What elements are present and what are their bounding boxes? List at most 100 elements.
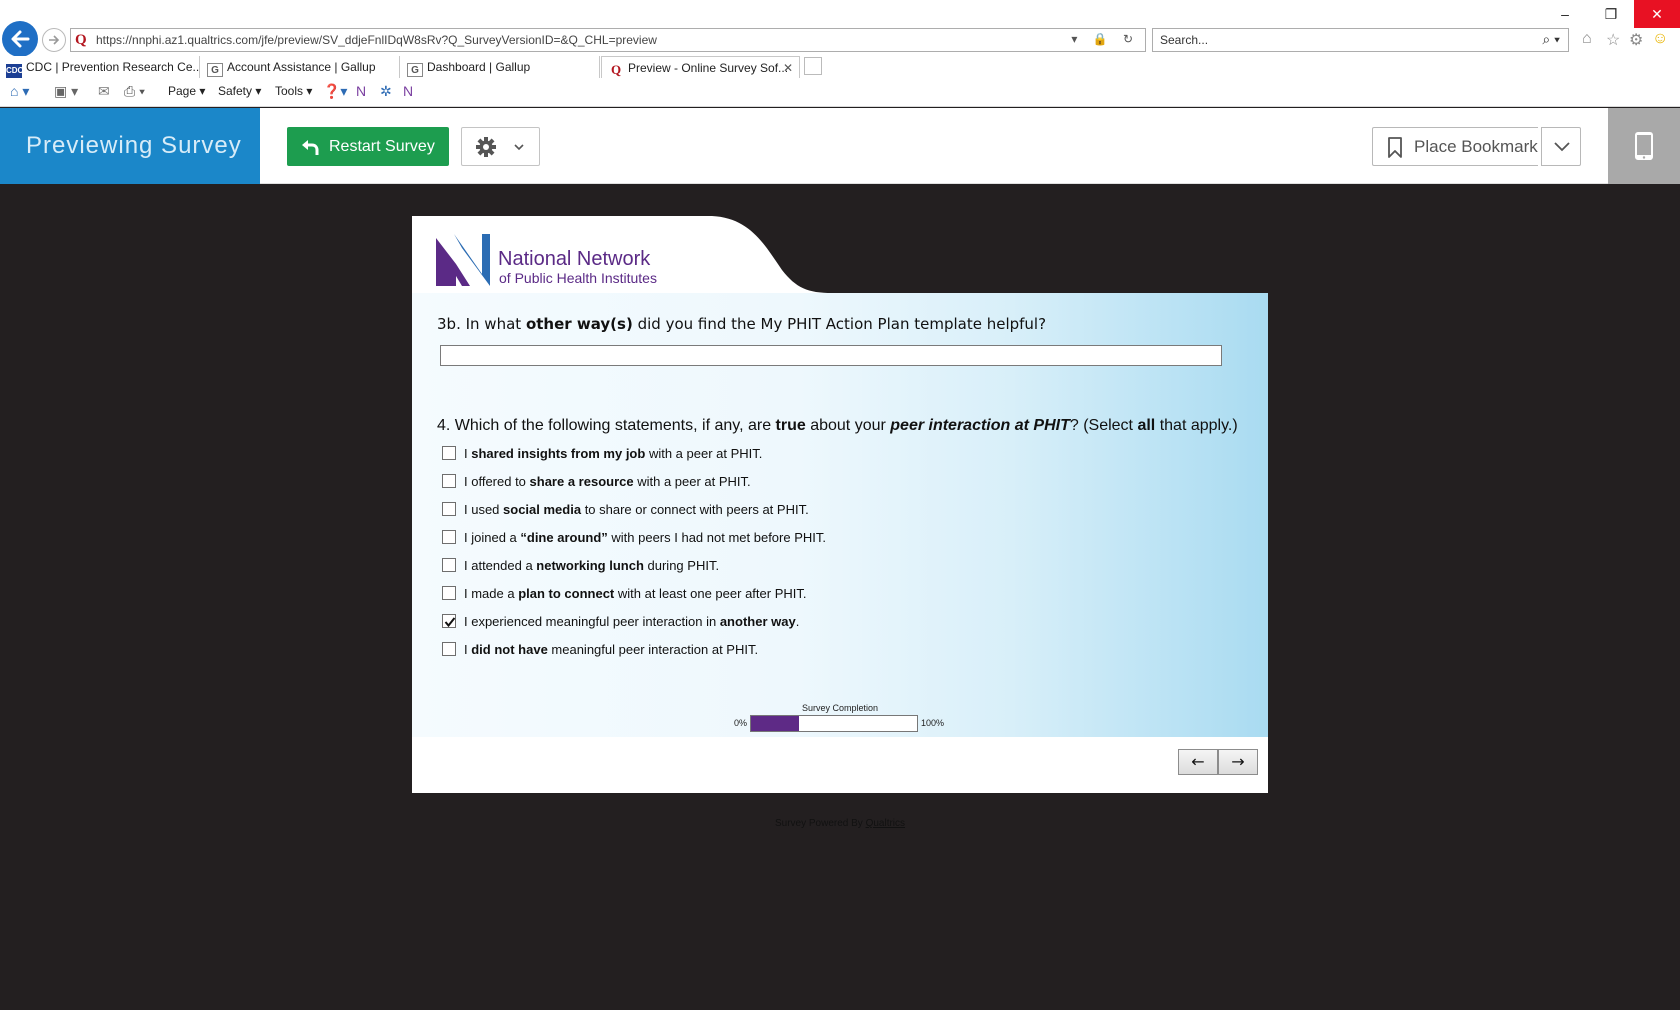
safety-menu[interactable]: Safety ▾ [218,84,261,98]
tab-label: Account Assistance | Gallup [227,60,376,74]
address-row: Q https://nnphi.az1.qualtrics.com/jfe/pr… [0,0,1680,57]
option-text-bold: did not have [471,642,548,657]
feedback-smiley-icon[interactable]: ☺ [1652,30,1668,48]
q4-option-label: I did not have meaningful peer interacti… [464,642,758,657]
q3-post: did you find the My PHIT Action Plan tem… [632,315,1047,333]
tab-label: Dashboard | Gallup [427,60,531,74]
help-icon[interactable]: ❓▾ [323,83,347,100]
mobile-preview-button[interactable] [1608,108,1680,184]
q4-option-label: I experienced meaningful peer interactio… [464,614,799,629]
settings-gear-icon[interactable]: ⚙ [1629,30,1643,50]
search-icon[interactable]: ⌕ ▾ [1542,31,1560,48]
back-arrow-icon [11,30,30,48]
address-actions[interactable]: ▾ 🔒 ↻ [1071,32,1139,46]
feeds-icon[interactable]: ▣ ▾ [54,83,78,100]
logo-subtitle: of Public Health Institutes [499,270,657,286]
browser-chrome: Q https://nnphi.az1.qualtrics.com/jfe/pr… [0,0,1680,107]
tab-label: Preview - Online Survey Sof... [628,61,789,75]
search-box[interactable]: Search... ⌕ ▾ [1152,28,1569,52]
bookmark-dropdown-button[interactable] [1541,127,1581,166]
option-text-post: with peers I had not met before PHIT. [607,530,826,545]
minimize-button[interactable]: – [1542,0,1588,28]
onenote-icon[interactable]: N [356,83,366,99]
question-3b-text-input[interactable] [440,345,1222,366]
survey-progress: Survey Completion 0% 100% [412,703,1268,733]
addon-gear-icon[interactable]: ✲ [380,83,392,100]
q4-mid2: ? (Select [1069,417,1138,434]
qualtrics-favicon-icon: Q [75,32,87,48]
address-bar[interactable]: Q https://nnphi.az1.qualtrics.com/jfe/pr… [70,28,1146,52]
q4-emphasis: peer interaction at PHIT [890,417,1070,434]
tab-preview-active[interactable]: Q Preview - Online Survey Sof... ✕ [601,56,800,78]
search-placeholder: Search... [1160,33,1209,47]
q4-mid: about your [805,417,891,434]
option-text-bold: networking lunch [536,558,644,573]
onenote-clip-icon[interactable]: N [403,83,413,99]
restore-button[interactable]: ❐ [1588,0,1634,28]
close-window-button[interactable]: ✕ [1634,0,1680,28]
home-icon[interactable]: ⌂ ▾ [10,83,29,100]
nnphi-logo-icon [436,234,490,286]
checkbox[interactable] [442,558,456,572]
restart-survey-button[interactable]: Restart Survey [287,127,449,166]
home-icon[interactable]: ⌂ [1582,30,1592,48]
page-menu-label: Page [168,84,197,98]
gear-icon [476,137,496,157]
option-text-pre: I experienced meaningful peer interactio… [464,614,720,629]
forward-button[interactable] [42,28,66,52]
tab-cdc[interactable]: CDC CDC | Prevention Research Ce... [0,56,200,78]
tab-account-assistance[interactable]: G Account Assistance | Gallup [201,56,400,78]
q4-option-label: I joined a “dine around” with peers I ha… [464,530,826,545]
option-text-pre: I used [464,502,504,517]
q3-bold: other way(s) [525,315,633,333]
option-text-bold: shared insights from my job [471,446,646,461]
option-text-bold: plan to connect [518,586,615,601]
progress-track [750,715,918,732]
checkbox-checked[interactable] [442,614,456,628]
checkbox[interactable] [442,530,456,544]
progress-title: Survey Completion [801,703,879,713]
restart-label: Restart Survey [329,138,435,155]
chevron-down-icon [1554,142,1570,152]
mobile-phone-icon [1635,132,1653,160]
close-tab-icon[interactable]: ✕ [783,57,793,78]
back-button[interactable]: ← [1178,749,1218,775]
option-text-pre: I attended a [464,558,537,573]
q4-prefix: 4. Which of the following statements, if… [437,417,776,434]
checkbox[interactable] [442,642,456,656]
place-bookmark-button[interactable]: Place Bookmark [1372,127,1538,166]
preview-toolbar: Previewing Survey Restart Survey Place B… [0,108,1680,184]
tab-dashboard[interactable]: G Dashboard | Gallup [401,56,600,78]
checkbox[interactable] [442,474,456,488]
option-text-post: . [795,614,800,629]
tools-menu[interactable]: Tools ▾ [275,84,312,98]
checkbox[interactable] [442,502,456,516]
q3-pre: In what [460,315,526,333]
qualtrics-link[interactable]: Qualtrics [866,818,905,829]
bookmark-icon [1388,137,1402,158]
question-3b-text: 3b. In what other way(s) did you find th… [437,315,1046,333]
new-tab-button[interactable] [804,57,822,75]
q3-number: 3b. [437,315,461,333]
bookmark-label: Place Bookmark [1414,137,1538,156]
print-icon[interactable]: ⎙ ▾ [124,83,145,100]
survey-navigation: ← → [412,737,1268,793]
option-text-post: with a peer at PHIT. [645,446,763,461]
next-button[interactable]: → [1218,749,1258,775]
preview-options-button[interactable] [461,127,540,166]
q4-option-label: I offered to share a resource with a pee… [464,474,751,489]
progress-max-label: 100% [921,718,945,728]
page-menu[interactable]: Page ▾ [168,84,205,98]
survey-body: 3b. In what other way(s) did you find th… [412,293,1268,737]
checkbox[interactable] [442,586,456,600]
option-text-pre: I offered to [464,474,530,489]
option-text-post: to share or connect with peers at PHIT. [581,502,809,517]
back-button[interactable] [2,21,38,57]
url-text: https://nnphi.az1.qualtrics.com/jfe/prev… [96,33,657,47]
option-text-post: with at least one peer after PHIT. [614,586,807,601]
mail-icon[interactable]: ✉ [98,83,110,100]
gallup-favicon-icon: G [407,63,423,77]
safety-menu-label: Safety [218,84,253,98]
favorites-star-icon[interactable]: ☆ [1606,30,1620,50]
checkbox[interactable] [442,446,456,460]
